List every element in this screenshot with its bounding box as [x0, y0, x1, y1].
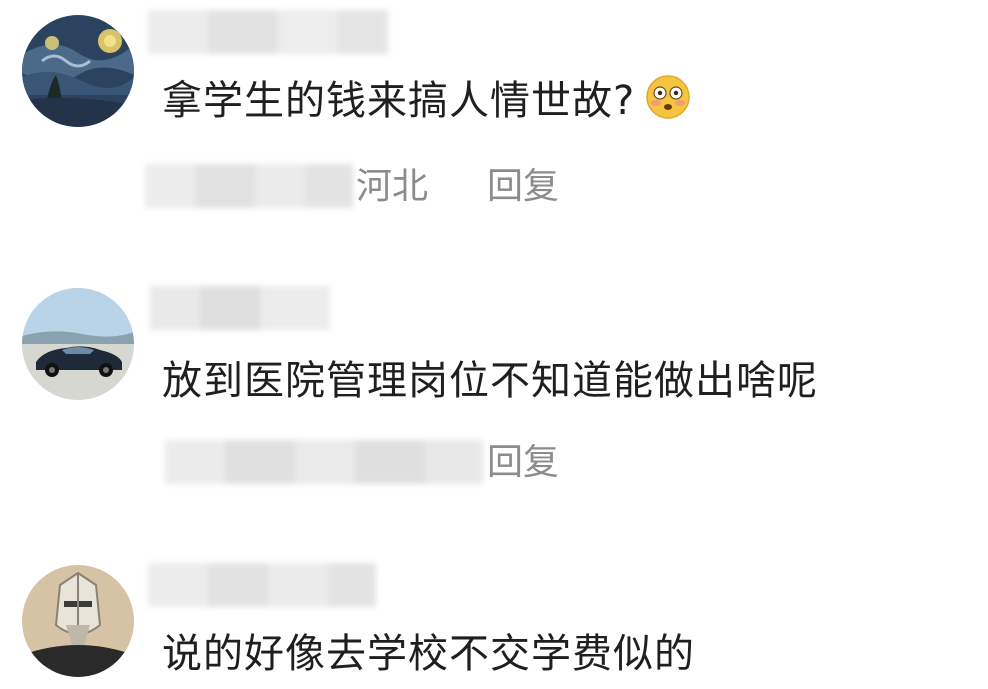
timestamp-location-blurred [165, 440, 483, 484]
flushed-face-emoji-icon [645, 74, 691, 120]
avatar-car[interactable] [22, 288, 134, 400]
avatar-helmet-figure[interactable] [22, 565, 134, 677]
comment-text: 说的好像去学校不交学费似的 [162, 631, 695, 677]
comment-text: 放到医院管理岗位不知道能做出啥呢 [162, 358, 818, 404]
reply-button[interactable]: 回复 [487, 165, 559, 209]
comment-text-content: 拿学生的钱来搞人情世故? [162, 78, 636, 124]
reply-button[interactable]: 回复 [487, 441, 559, 485]
comment-text: 拿学生的钱来搞人情世故? [162, 74, 691, 127]
timestamp-blurred [145, 164, 353, 208]
location-text: 河北 [356, 166, 429, 207]
username-blurred[interactable] [148, 10, 388, 54]
username-blurred[interactable] [148, 563, 376, 607]
avatar-starry-night[interactable] [22, 15, 134, 127]
username-blurred[interactable] [150, 286, 330, 330]
